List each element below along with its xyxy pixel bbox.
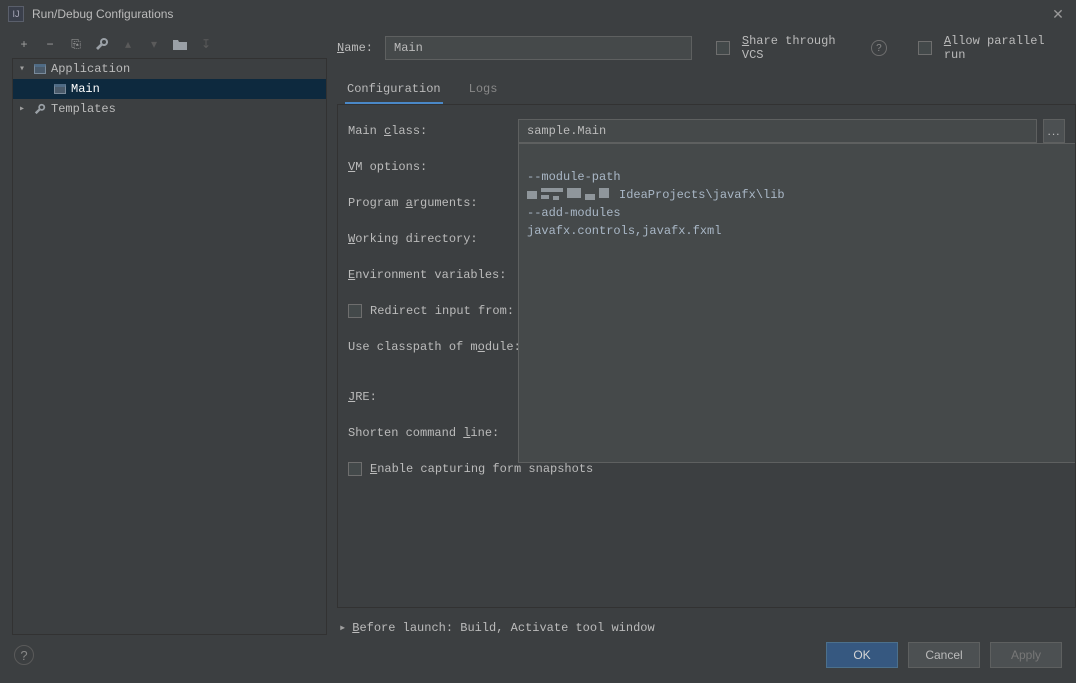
shorten-label: Shorten command line: [348,426,499,440]
form-area: Main class: ... VM options: Program argu… [337,105,1076,608]
name-label: Name: [337,41,373,55]
redirect-checkbox[interactable] [348,304,362,318]
folder-icon [173,38,187,50]
application-node-icon [53,82,67,96]
application-node-icon [33,62,47,76]
redirect-label: Redirect input from: [370,304,514,318]
allow-parallel-label: Allow parallel run [944,34,1068,62]
collapse-arrow-icon: ▸ [19,103,29,115]
program-args-label: Program arguments: [348,196,518,210]
remove-button[interactable]: − [42,36,58,52]
tree-node-application[interactable]: ▾ Application [13,59,326,79]
ok-button[interactable]: OK [826,642,898,668]
app-icon: IJ [8,6,24,22]
browse-main-class-button[interactable]: ... [1043,119,1065,143]
vm-line-3: --add-modules [527,206,621,220]
name-input[interactable] [385,36,692,60]
tree-node-templates[interactable]: ▸ Templates [13,99,326,119]
tree-node-main[interactable]: Main [13,79,326,99]
vm-options-label: VM options: [348,160,518,174]
vm-options-textarea[interactable]: --module-path IdeaProjects\javafx\lib --… [518,143,1076,463]
folder-button[interactable] [172,36,188,52]
help-button[interactable]: ? [14,645,34,665]
row-main-class: Main class: ... [348,117,1065,145]
add-button[interactable]: + [16,36,32,52]
main-class-input[interactable] [518,119,1037,143]
enable-snapshots-label: Enable capturing form snapshots [370,462,593,476]
titlebar: IJ Run/Debug Configurations ✕ [0,0,1076,28]
vm-line-1: --module-path [527,170,621,184]
wrench-icon [95,37,109,51]
collapse-arrow-icon: ▸ [339,620,346,635]
jre-label: JRE: [348,390,518,404]
tabs: Configuration Logs [337,76,1076,105]
close-icon[interactable]: ✕ [1048,4,1068,24]
classpath-label: Use classpath of module: [348,340,521,354]
wrench-icon [33,102,47,116]
redacted-path-icon [527,188,613,202]
tree-label: Application [51,62,130,76]
expand-arrow-icon: ▾ [19,63,29,75]
left-column: + − ⎘ ▴ ▾ ↧ ▾ Application [12,34,327,635]
right-column: Name: Share through VCS ? Allow parallel… [337,34,1076,635]
tree-label: Templates [51,102,116,116]
vm-line-2: IdeaProjects\javafx\lib [619,188,785,202]
edit-defaults-button[interactable] [94,36,110,52]
apply-button[interactable]: Apply [990,642,1062,668]
window-title: Run/Debug Configurations [32,7,173,21]
content: + − ⎘ ▴ ▾ ↧ ▾ Application [0,28,1076,683]
share-label: Share through VCS [742,34,859,62]
enable-snapshots-checkbox[interactable] [348,462,362,476]
before-launch-label: Before launch: Build, Activate tool wind… [352,621,654,635]
move-up-button[interactable]: ▴ [120,36,136,52]
main-class-label: Main class: [348,124,518,138]
working-dir-label: Working directory: [348,232,518,246]
footer: ? OK Cancel Apply [0,635,1076,675]
share-checkbox[interactable] [716,41,730,55]
name-row: Name: Share through VCS ? Allow parallel… [337,34,1076,62]
tab-logs[interactable]: Logs [467,76,500,104]
config-tree[interactable]: ▾ Application Main ▸ Templates [12,58,327,635]
move-down-button[interactable]: ▾ [146,36,162,52]
cancel-button[interactable]: Cancel [908,642,980,668]
before-launch-row[interactable]: ▸ Before launch: Build, Activate tool wi… [337,620,1076,635]
vm-line-4: javafx.controls,javafx.fxml [527,224,721,238]
tree-label: Main [71,82,100,96]
allow-parallel-checkbox[interactable] [918,41,932,55]
env-vars-label: Environment variables: [348,268,518,282]
config-toolbar: + − ⎘ ▴ ▾ ↧ [12,34,327,58]
tab-configuration[interactable]: Configuration [345,76,443,104]
help-icon[interactable]: ? [871,40,886,56]
sort-button[interactable]: ↧ [198,36,214,52]
copy-button[interactable]: ⎘ [68,36,84,52]
